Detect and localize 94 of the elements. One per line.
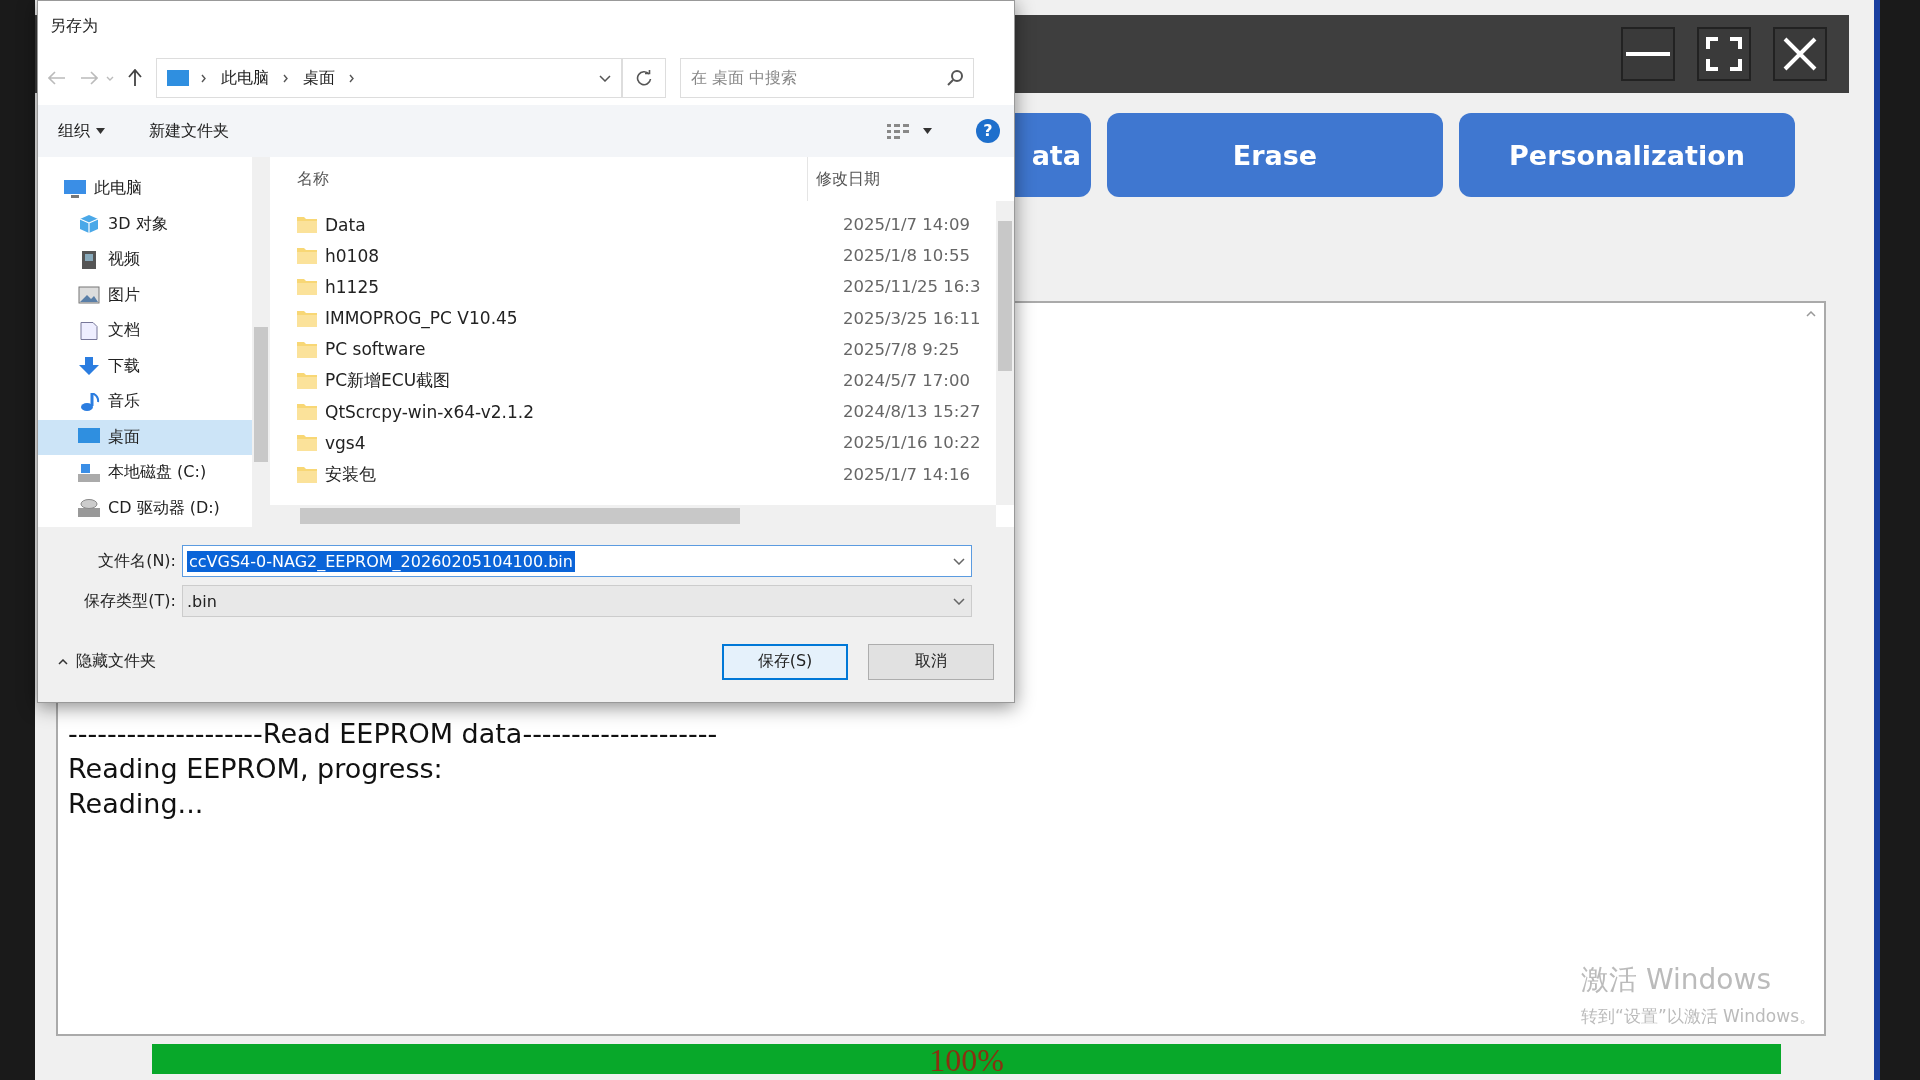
breadcrumb-item[interactable]: 此电脑 [221,67,269,89]
sidebar-item[interactable]: 桌面 [38,419,252,455]
folder-icon [297,340,317,358]
chevron-icon[interactable] [283,73,289,83]
modified-date: 2025/1/8 10:55 [843,246,970,266]
close-icon [1783,37,1817,71]
file-type-dropdown[interactable]: .bin [182,585,972,617]
modified-date: 2025/1/16 10:22 [843,433,981,453]
dropdown-caret-icon[interactable] [599,74,611,82]
monitor-icon [167,70,189,86]
address-bar[interactable]: 此电脑 桌面 [156,58,622,98]
sidebar-item[interactable]: 3D 对象 [38,206,252,242]
drive-icon [78,463,100,482]
modified-date: 2024/5/7 17:00 [843,371,970,391]
folder-icon [297,434,317,452]
file-list-scrollbar[interactable] [996,201,1014,505]
caret-up-icon [58,658,68,665]
view-options-icon[interactable] [887,123,909,139]
modified-date: 2025/3/25 16:11 [843,308,981,328]
folder-icon [297,216,317,234]
file-name[interactable]: 安装包 [325,462,835,486]
dropdown-caret-icon[interactable] [953,557,965,565]
sidebar-item[interactable]: 文档 [38,313,252,349]
sidebar-item[interactable]: 音乐 [38,384,252,420]
sidebar-item[interactable]: 下载 [38,348,252,384]
modified-date: 2024/8/13 15:27 [843,402,981,422]
cd-icon [78,499,100,518]
file-name[interactable]: h1125 [325,276,835,297]
document-icon [78,321,100,340]
progress-percent: 100% [929,1042,1004,1079]
caret-icon [96,128,105,134]
up-arrow-icon[interactable] [128,69,142,87]
file-name[interactable]: IMMOPROG_PC V10.45 [325,308,835,329]
column-header[interactable]: 修改日期 [816,168,880,188]
folder-icon [297,403,317,421]
maximize-button[interactable] [1697,27,1751,81]
save-button[interactable]: 保存(S) [722,643,848,680]
refresh-icon [636,70,652,86]
chevron-icon[interactable] [349,73,355,83]
sidebar-item[interactable]: 图片 [38,277,252,313]
folder-icon [297,465,317,483]
hide-folders-toggle[interactable]: 隐藏文件夹 [52,650,162,673]
sidebar-item[interactable]: 视频 [38,242,252,278]
caret-icon[interactable] [923,128,932,134]
search-field[interactable]: 在 桌面 中搜索 [680,58,974,98]
activation-notice-text: 转到“设置”以激活 Windows。 [1581,1005,1816,1028]
file-name[interactable]: PC新增ECU截图 [325,369,835,393]
sidebar-item[interactable]: 此电脑 [38,171,252,207]
file-name[interactable]: h0108 [325,245,835,266]
pc-icon [64,179,86,198]
action-button[interactable]: Personalization [1459,113,1795,197]
field-label: 保存类型(T): [83,590,176,612]
cancel-button[interactable]: 取消 [868,643,994,680]
download-icon [78,357,100,376]
folder-icon [297,309,317,327]
close-button[interactable] [1773,27,1827,81]
minimize-button[interactable] [1621,27,1675,81]
modified-date: 2025/11/25 16:3 [843,277,981,297]
breadcrumb-item[interactable]: 桌面 [303,67,335,89]
refresh-button[interactable] [622,58,666,98]
help-button[interactable]: ? [976,119,1000,143]
horizontal-scrollbar[interactable] [270,505,996,527]
filename-field[interactable]: ccVGS4-0-NAG2_EEPROM_20260205104100.bin [182,545,972,577]
picture-icon [78,286,100,305]
field-label: 文件名(N): [97,550,176,572]
cube-icon [78,215,100,234]
chevron-icon [201,73,207,83]
toolbar-button[interactable]: 新建文件夹 [149,120,229,142]
folder-icon [297,278,317,296]
maximize-icon [1706,37,1742,71]
organize-menu-button[interactable]: 组织 [58,120,105,142]
activation-notice-title: 激活 Windows [1581,962,1772,998]
minimize-icon [1626,52,1670,56]
log-line: Reading EEPROM, progress: [68,752,444,786]
file-name[interactable]: vgs4 [325,432,835,453]
folder-icon [297,247,317,265]
sidebar-scrollbar[interactable] [252,157,270,527]
file-name[interactable]: QtScrcpy-win-x64-v2.1.2 [325,401,835,422]
action-button[interactable]: Erase [1107,113,1443,197]
modified-date: 2025/1/7 14:16 [843,464,970,484]
log-line: --------------------Read EEPROM data-------------------- [68,717,719,751]
dialog-title: 另存为 [49,15,99,37]
file-name[interactable]: PC software [325,339,835,360]
log-line: Reading... [68,787,205,821]
column-header[interactable]: 名称 [297,168,329,188]
music-icon [78,392,100,411]
sidebar-item[interactable]: CD 驱动器 (D:) [38,490,252,526]
folder-icon [297,372,317,390]
sidebar-item[interactable]: 本地磁盘 (C:) [38,455,252,491]
file-name[interactable]: Data [325,214,835,235]
modified-date: 2025/1/7 14:09 [843,215,970,235]
modified-date: 2025/7/8 9:25 [843,339,960,359]
dropdown-caret-icon[interactable] [953,597,965,605]
search-icon [947,70,963,86]
